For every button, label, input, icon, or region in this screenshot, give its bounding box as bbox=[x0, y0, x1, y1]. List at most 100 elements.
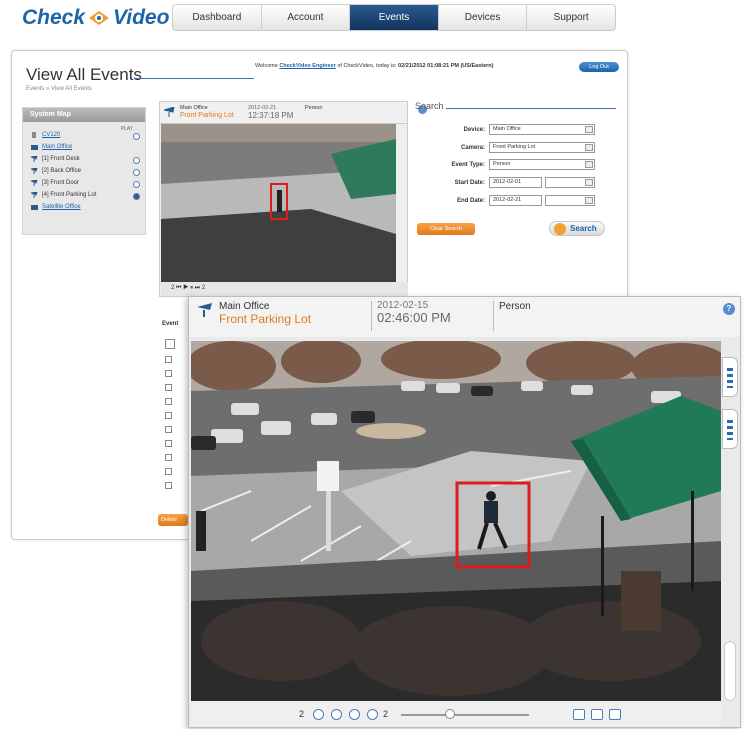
event-column-header: Event bbox=[162, 321, 179, 327]
camera-select-value: Front Parking Lot bbox=[493, 144, 536, 150]
map-item-main-office[interactable]: Main Office bbox=[31, 144, 72, 150]
page-title: View All Events bbox=[26, 65, 142, 84]
nav-devices[interactable]: Devices bbox=[439, 5, 528, 30]
pause-icon[interactable] bbox=[349, 709, 360, 720]
play-icon[interactable] bbox=[133, 181, 140, 188]
tab-grip-icon bbox=[727, 368, 733, 388]
device-label: Device: bbox=[463, 127, 485, 133]
viewer-location: Main Office bbox=[219, 301, 270, 312]
map-item-back-office[interactable]: [2] Back Office bbox=[31, 168, 81, 174]
event-checkbox[interactable] bbox=[165, 426, 172, 433]
nav-support[interactable]: Support bbox=[527, 5, 615, 30]
start-time-select[interactable] bbox=[545, 177, 595, 188]
side-tab-top[interactable] bbox=[722, 357, 738, 397]
map-item-front-door[interactable]: [3] Front Door bbox=[31, 180, 79, 186]
end-date-input[interactable]: 2012-02-21 bbox=[489, 195, 542, 206]
end-date-label: End Date: bbox=[456, 198, 485, 204]
parking-lot-scene bbox=[161, 124, 396, 282]
event-type-select[interactable]: Person bbox=[489, 159, 595, 170]
start-date-input[interactable]: 2012-02-01 bbox=[489, 177, 542, 188]
event-checkbox[interactable] bbox=[165, 468, 172, 475]
preview-video-frame[interactable] bbox=[161, 124, 396, 282]
preview-controls[interactable]: 2 ⏮ ▶ ⏸ ⏭ 2 bbox=[161, 282, 408, 296]
event-type-label: Event Type: bbox=[451, 162, 485, 168]
device-select[interactable]: Main Office bbox=[489, 124, 595, 135]
event-checkbox[interactable] bbox=[165, 370, 172, 377]
delete-button[interactable]: Delete bbox=[158, 514, 188, 526]
event-checkbox[interactable] bbox=[165, 384, 172, 391]
side-tab-bottom[interactable] bbox=[722, 409, 738, 449]
enlarged-camera-viewer: Main Office Front Parking Lot 2012-02-15… bbox=[188, 296, 741, 728]
map-item-cv120[interactable]: CV120 bbox=[31, 132, 60, 138]
logo-text-left: Check bbox=[22, 6, 86, 29]
chevron-down-icon bbox=[585, 179, 593, 186]
play-column-label: PLAY bbox=[120, 126, 133, 132]
timeline-slider[interactable] bbox=[401, 714, 529, 716]
viewer-time: 02:46:00 PM bbox=[377, 310, 451, 325]
event-type-select-value: Person bbox=[493, 161, 511, 167]
viewer-video-frame[interactable] bbox=[191, 341, 721, 701]
device-select-value: Main Office bbox=[493, 126, 521, 132]
map-item-front-desk[interactable]: [1] Front Desk bbox=[31, 156, 80, 162]
map-item-front-parking-lot[interactable]: [4] Front Parking Lot bbox=[31, 192, 96, 198]
play-icon-active[interactable] bbox=[133, 193, 140, 200]
play-icon[interactable] bbox=[133, 169, 140, 176]
snapshot-icon[interactable] bbox=[591, 709, 603, 720]
clear-search-button[interactable]: Clear Search bbox=[417, 223, 475, 235]
current-datetime: 02/21/2012 01:08:21 PM (US/Eastern) bbox=[398, 63, 494, 69]
viewer-scrollbar[interactable] bbox=[724, 641, 736, 701]
logo-text-right: Video bbox=[113, 6, 170, 29]
parking-lot-scene bbox=[191, 341, 721, 701]
preview-camera-name: Front Parking Lot bbox=[180, 112, 234, 119]
help-icon[interactable]: ? bbox=[723, 303, 735, 315]
camera-icon bbox=[197, 303, 212, 317]
event-checkbox[interactable] bbox=[165, 454, 172, 461]
search-button[interactable]: Search bbox=[549, 221, 605, 236]
nav-account[interactable]: Account bbox=[262, 5, 351, 30]
timeline-slider-knob[interactable] bbox=[444, 709, 455, 719]
logout-button[interactable]: Log Out bbox=[579, 62, 619, 72]
camera-preview: Main Office Front Parking Lot 2012-02-21… bbox=[159, 101, 427, 297]
header-divider bbox=[493, 301, 494, 331]
play-icon[interactable] bbox=[133, 157, 140, 164]
utc-icon[interactable] bbox=[573, 709, 585, 720]
tab-grip-icon bbox=[727, 420, 733, 440]
nav-dashboard[interactable]: Dashboard bbox=[173, 5, 262, 30]
map-item-satellite-office[interactable]: Satellite Office bbox=[31, 204, 81, 210]
preview-time: 12:37:18 PM bbox=[248, 111, 294, 120]
fast-forward-icon[interactable] bbox=[367, 709, 378, 720]
map-item-label: [4] Front Parking Lot bbox=[42, 192, 97, 198]
user-link[interactable]: CheckVideo Engineer bbox=[279, 63, 335, 69]
map-item-label: [1] Front Desk bbox=[42, 156, 80, 162]
event-checkbox[interactable] bbox=[165, 398, 172, 405]
end-time-select[interactable] bbox=[545, 195, 595, 206]
nav-events[interactable]: Events bbox=[350, 5, 439, 30]
select-all-checkbox[interactable] bbox=[165, 339, 175, 349]
event-checkbox[interactable] bbox=[165, 440, 172, 447]
camera-select[interactable]: Front Parking Lot bbox=[489, 142, 595, 153]
camera-label: Camera: bbox=[460, 145, 485, 151]
search-icon bbox=[554, 223, 566, 235]
play-icon[interactable] bbox=[331, 709, 342, 720]
map-item-label: [3] Front Door bbox=[42, 180, 80, 186]
frame-end-number: 2 bbox=[383, 709, 389, 719]
preview-location: Main Office bbox=[180, 105, 208, 111]
viewer-header: Main Office Front Parking Lot 2012-02-15… bbox=[189, 297, 740, 337]
preview-event-type: Person bbox=[305, 105, 323, 111]
event-checkbox[interactable] bbox=[165, 412, 172, 419]
play-icon[interactable] bbox=[133, 133, 140, 140]
camera-preview-header: Main Office Front Parking Lot 2012-02-21… bbox=[160, 102, 427, 124]
checkvideo-logo[interactable]: Check Video bbox=[22, 6, 169, 30]
rewind-icon[interactable] bbox=[313, 709, 324, 720]
building-icon bbox=[31, 205, 38, 210]
camera-icon bbox=[31, 156, 38, 162]
search-title: Search bbox=[415, 101, 444, 111]
welcome-middle: of CheckVideo, today is: bbox=[337, 63, 397, 69]
event-checkbox[interactable] bbox=[165, 356, 172, 363]
viewer-event-type: Person bbox=[499, 301, 531, 312]
system-map: System Map PLAY CV120 Main Office [1] Fr… bbox=[22, 107, 146, 235]
playback-controls: 2 2 bbox=[191, 701, 721, 727]
fullscreen-icon[interactable] bbox=[609, 709, 621, 720]
map-item-label: [2] Back Office bbox=[42, 168, 81, 174]
event-checkbox[interactable] bbox=[165, 482, 172, 489]
